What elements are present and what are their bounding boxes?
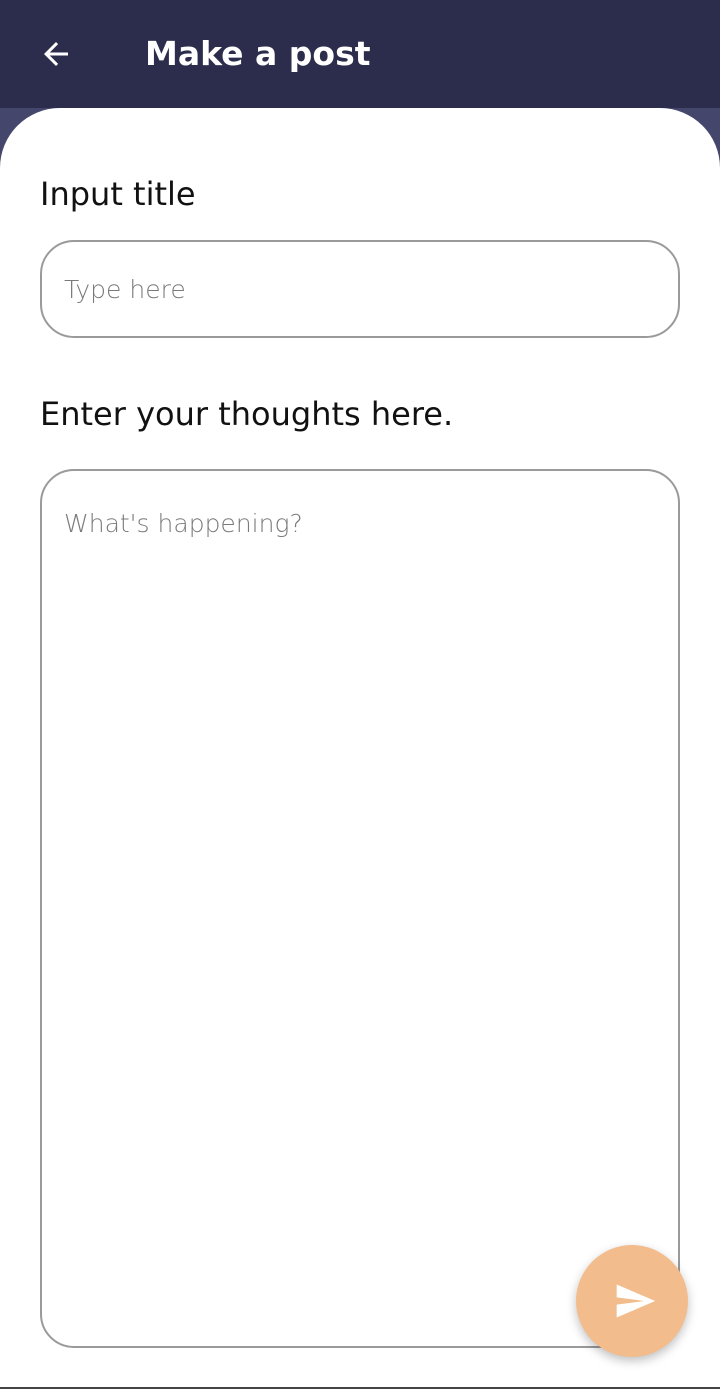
page-title: Make a post: [145, 34, 371, 73]
send-icon: [616, 1284, 656, 1318]
arrow-left-icon: [44, 42, 68, 66]
thoughts-textarea[interactable]: [40, 469, 680, 1348]
body-label: Enter your thoughts here.: [40, 395, 454, 433]
title-input[interactable]: [40, 240, 680, 338]
back-button[interactable]: [20, 18, 92, 90]
post-form-sheet: Input title Enter your thoughts here.: [0, 108, 720, 1389]
app-bar: Make a post: [0, 0, 720, 110]
title-label: Input title: [40, 175, 196, 213]
send-button[interactable]: [576, 1245, 688, 1357]
